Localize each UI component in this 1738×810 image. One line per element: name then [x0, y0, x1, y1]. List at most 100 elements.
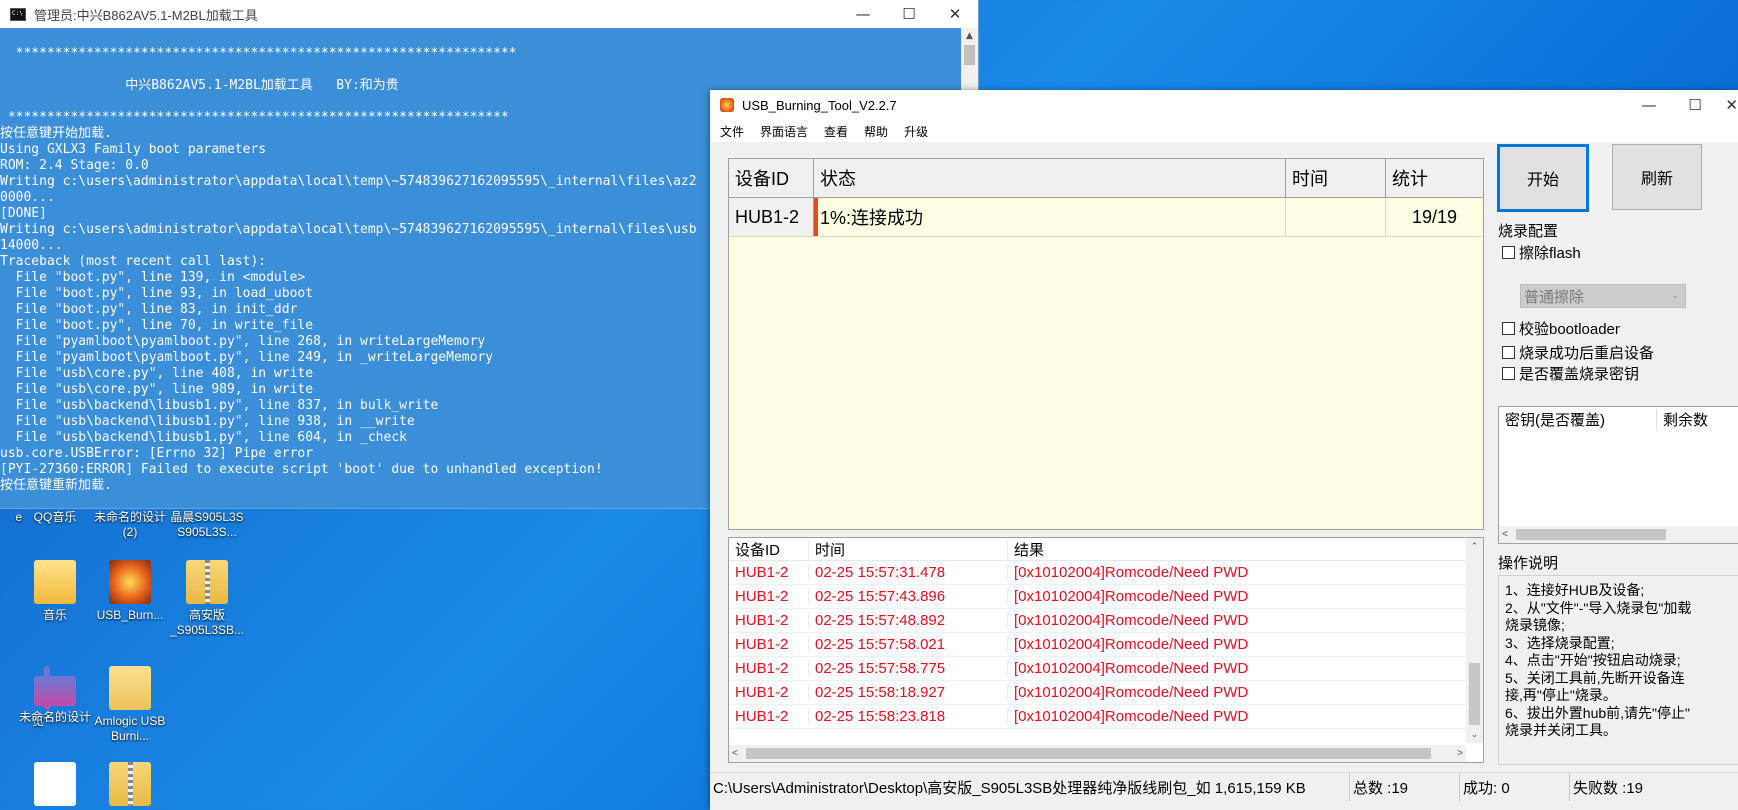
desktop-icon-baidu[interactable] [15, 762, 95, 810]
log-col-device-id[interactable]: 设备ID [729, 538, 809, 560]
col-device-id[interactable]: 设备ID [729, 159, 814, 197]
log-table[interactable]: 设备ID 时间 结果 HUB1-2 02-25 15:57:31.478 [0x10… [728, 537, 1484, 763]
instruction-line: 6、拔出外置hub前,请先"停止" [1505, 704, 1690, 721]
console-line: 14000... [0, 238, 63, 253]
device-table[interactable]: 设备ID 状态 时间 统计 HUB1-2 1%:连接成功 19/19 [728, 158, 1484, 530]
erase-flash-checkbox[interactable]: 擦除flash [1502, 242, 1581, 263]
console-line: Writing c:\users\administrator\appdata\l… [0, 222, 697, 237]
checkbox-icon[interactable] [1502, 367, 1515, 380]
col-time[interactable]: 时间 [1286, 159, 1386, 197]
log-time: 02-25 15:57:48.892 [809, 612, 1008, 629]
desktop-icon-s905l3s[interactable]: 晶晨S905L3S S905L3S... [167, 510, 247, 540]
key-col-remaining[interactable]: 剩余数 [1657, 409, 1708, 430]
close-icon[interactable]: ✕ [1718, 91, 1738, 119]
desktop-icon-amlogic[interactable]: Amlogic USB Burni... [90, 666, 170, 744]
device-id: HUB1-2 [729, 198, 814, 236]
log-row[interactable]: HUB1-2 02-25 15:57:58.021 [0x10102004]Romc… [729, 633, 1483, 657]
status-success: 成功: 0 [1460, 773, 1570, 801]
menu-file[interactable]: 文件 [710, 123, 752, 140]
reboot-after-checkbox[interactable]: 烧录成功后重启设备 [1502, 342, 1654, 363]
log-time: 02-25 15:57:31.478 [809, 564, 1008, 581]
console-line: [PYI-27360:ERROR] Failed to execute scri… [0, 462, 603, 477]
log-hscrollbar[interactable]: < > [729, 745, 1466, 762]
checkbox-icon[interactable] [1502, 322, 1515, 335]
scroll-up-icon[interactable]: ⌃ [1466, 538, 1483, 555]
device-status: 1%:连接成功 [814, 198, 1286, 236]
instruction-line: 烧录镜像; [1505, 617, 1565, 633]
scroll-thumb[interactable] [746, 748, 1431, 759]
scroll-thumb[interactable] [1469, 663, 1480, 725]
start-button[interactable]: 开始 [1497, 144, 1589, 212]
console-line: ROM: 2.4 Stage: 0.0 [0, 158, 149, 173]
console-line: 按任意键开始加载. [0, 126, 112, 141]
device-stat: 19/19 [1411, 206, 1458, 227]
col-status[interactable]: 状态 [814, 159, 1286, 197]
desktop-icon-qqmusic[interactable]: QQ音乐 [15, 510, 95, 525]
scroll-up-icon[interactable]: ▲ [961, 28, 978, 45]
log-row[interactable]: HUB1-2 02-25 15:57:31.478 [0x10102004]Romc… [729, 561, 1483, 585]
minimize-icon[interactable]: — [1626, 91, 1672, 119]
key-hscrollbar[interactable]: < [1499, 526, 1738, 543]
desktop-icon-gaoanban[interactable]: 高安版 _S905L3SB... [167, 560, 247, 638]
checkbox-icon[interactable] [1502, 246, 1515, 259]
erase-mode-select[interactable]: 普通擦除 ⌄ [1520, 284, 1686, 308]
key-col-key[interactable]: 密钥(是否覆盖) [1499, 408, 1657, 430]
scroll-thumb[interactable] [1516, 529, 1666, 540]
menu-upgrade[interactable]: 升级 [896, 123, 936, 140]
console-line: File "usb\backend\libusb1.py", line 837,… [0, 398, 439, 413]
console-line: File "boot.py", line 139, in <module> [0, 270, 306, 285]
instruction-line: 1、连接好HUB及设备; [1505, 582, 1645, 598]
log-result: [0x10102004]Romcode/Need PWD [1014, 612, 1249, 629]
overwrite-key-checkbox[interactable]: 是否覆盖烧录密钥 [1502, 363, 1639, 384]
scroll-left-icon[interactable]: < [732, 745, 738, 762]
scroll-down-icon[interactable]: ⌄ [1466, 726, 1483, 743]
log-row[interactable]: HUB1-2 02-25 15:57:48.892 [0x10102004]Romc… [729, 609, 1483, 633]
device-row[interactable]: HUB1-2 1%:连接成功 19/19 [729, 198, 1483, 237]
close-icon[interactable]: ✕ [932, 0, 978, 28]
log-row[interactable]: HUB1-2 02-25 15:58:23.818 [0x10102004]Romc… [729, 705, 1483, 729]
log-row[interactable]: HUB1-2 02-25 15:57:58.775 [0x10102004]Romc… [729, 657, 1483, 681]
console-line: File "usb\backend\libusb1.py", line 604,… [0, 430, 407, 445]
log-row[interactable]: HUB1-2 02-25 15:57:43.896 [0x10102004]Romc… [729, 585, 1483, 609]
amlogic-tool-icon [109, 560, 151, 604]
refresh-button[interactable]: 刷新 [1612, 144, 1702, 210]
scroll-right-icon[interactable]: > [1457, 745, 1463, 762]
checkbox-icon[interactable] [1502, 346, 1515, 359]
scroll-thumb[interactable] [964, 45, 975, 65]
log-col-result[interactable]: 结果 [1008, 539, 1463, 560]
menu-language[interactable]: 界面语言 [752, 123, 816, 140]
maximize-icon[interactable]: ☐ [886, 0, 932, 28]
log-vscrollbar[interactable]: ⌃ ⌄ [1466, 538, 1483, 743]
maximize-icon[interactable]: ☐ [1672, 91, 1718, 119]
console-titlebar[interactable]: 管理员:中兴B862AV5.1-M2BL加载工具 — ☐ ✕ [0, 0, 978, 28]
instructions-title: 操作说明 [1498, 555, 1559, 572]
desktop-icon-zip[interactable] [90, 762, 170, 810]
log-row[interactable]: HUB1-2 02-25 15:58:18.927 [0x10102004]Romc… [729, 681, 1483, 705]
log-device-id: HUB1-2 [729, 636, 809, 653]
minimize-icon[interactable]: — [840, 0, 886, 28]
key-table[interactable]: 密钥(是否覆盖) 剩余数 < [1498, 406, 1738, 544]
console-line: ****************************************… [0, 46, 517, 61]
cmd-icon [10, 7, 26, 21]
log-col-time[interactable]: 时间 [809, 538, 1008, 560]
menu-view[interactable]: 查看 [816, 123, 856, 140]
col-stat[interactable]: 统计 [1386, 159, 1483, 197]
log-time: 02-25 15:57:58.775 [809, 660, 1008, 677]
log-result: [0x10102004]Romcode/Need PWD [1014, 660, 1249, 677]
menu-help[interactable]: 帮助 [856, 123, 896, 140]
log-time: 02-25 15:57:58.021 [809, 636, 1008, 653]
desktop-icon-design2[interactable]: 未命名的设计 (2) [90, 510, 170, 540]
usb-titlebar[interactable]: USB_Burning_Tool_V2.2.7 — ☐ ✕ [710, 90, 1738, 120]
console-line: [DONE] [0, 206, 47, 221]
desktop-icon-usbburn[interactable]: USB_Burn... [90, 560, 170, 623]
desktop-icon-music[interactable]: 音乐 [15, 560, 95, 623]
usb-burning-tool-window[interactable]: USB_Burning_Tool_V2.2.7 — ☐ ✕ 文件 界面语言 查看… [710, 90, 1738, 810]
folder-icon [109, 666, 151, 710]
desktop-icon-design[interactable]: 未命名的设计 [15, 666, 95, 725]
console-line: File "boot.py", line 83, in init_ddr [0, 302, 298, 317]
console-line: File "usb\backend\libusb1.py", line 938,… [0, 414, 415, 429]
scroll-left-icon[interactable]: < [1502, 526, 1508, 543]
verify-bootloader-checkbox[interactable]: 校验bootloader [1502, 318, 1620, 339]
console-line: Writing c:\users\administrator\appdata\l… [0, 174, 697, 189]
log-rows: HUB1-2 02-25 15:57:31.478 [0x10102004]Romc… [729, 561, 1483, 729]
